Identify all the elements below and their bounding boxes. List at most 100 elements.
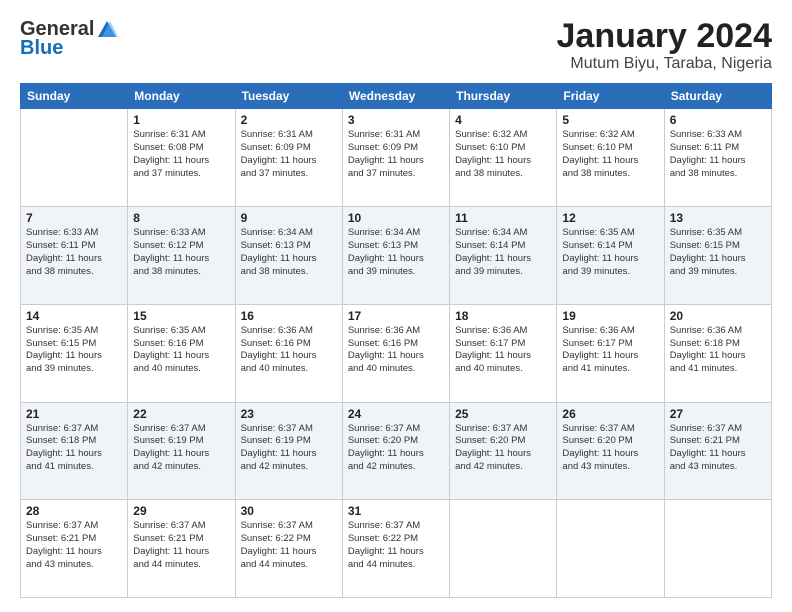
day-info: Sunrise: 6:31 AM Sunset: 6:09 PM Dayligh… <box>241 129 337 180</box>
calendar-cell: 10 Sunrise: 6:34 AM Sunset: 6:13 PM Dayli… <box>342 207 449 305</box>
calendar-cell: 26 Sunrise: 6:37 AM Sunset: 6:20 PM Dayli… <box>557 402 664 500</box>
day-info: Sunrise: 6:32 AM Sunset: 6:10 PM Dayligh… <box>455 129 551 180</box>
day-info: Sunrise: 6:31 AM Sunset: 6:09 PM Dayligh… <box>348 129 444 180</box>
day-info: Sunrise: 6:33 AM Sunset: 6:11 PM Dayligh… <box>670 129 766 180</box>
day-number: 29 <box>133 504 229 518</box>
calendar-cell <box>450 500 557 598</box>
title-block: January 2024 Mutum Biyu, Taraba, Nigeria <box>557 18 773 73</box>
calendar-header-row: SundayMondayTuesdayWednesdayThursdayFrid… <box>21 84 772 109</box>
day-info: Sunrise: 6:35 AM Sunset: 6:15 PM Dayligh… <box>670 227 766 278</box>
calendar-cell: 2 Sunrise: 6:31 AM Sunset: 6:09 PM Daylig… <box>235 109 342 207</box>
day-header-friday: Friday <box>557 84 664 109</box>
day-number: 23 <box>241 407 337 421</box>
day-info: Sunrise: 6:37 AM Sunset: 6:20 PM Dayligh… <box>455 423 551 474</box>
calendar-cell: 11 Sunrise: 6:34 AM Sunset: 6:14 PM Dayli… <box>450 207 557 305</box>
day-header-tuesday: Tuesday <box>235 84 342 109</box>
calendar-table: SundayMondayTuesdayWednesdayThursdayFrid… <box>20 83 772 598</box>
day-number: 2 <box>241 113 337 127</box>
day-number: 15 <box>133 309 229 323</box>
calendar-cell: 31Sunrise: 6:37 AM Sunset: 6:22 PM Dayli… <box>342 500 449 598</box>
day-info: Sunrise: 6:31 AM Sunset: 6:08 PM Dayligh… <box>133 129 229 180</box>
day-number: 27 <box>670 407 766 421</box>
page: General Blue January 2024 Mutum Biyu, Ta… <box>0 0 792 612</box>
day-number: 19 <box>562 309 658 323</box>
day-info: Sunrise: 6:36 AM Sunset: 6:18 PM Dayligh… <box>670 325 766 376</box>
day-number: 26 <box>562 407 658 421</box>
day-info: Sunrise: 6:37 AM Sunset: 6:19 PM Dayligh… <box>241 423 337 474</box>
day-info: Sunrise: 6:37 AM Sunset: 6:20 PM Dayligh… <box>348 423 444 474</box>
day-number: 4 <box>455 113 551 127</box>
calendar-cell: 6Sunrise: 6:33 AM Sunset: 6:11 PM Daylig… <box>664 109 771 207</box>
day-info: Sunrise: 6:36 AM Sunset: 6:16 PM Dayligh… <box>348 325 444 376</box>
calendar-cell: 3 Sunrise: 6:31 AM Sunset: 6:09 PM Daylig… <box>342 109 449 207</box>
day-number: 9 <box>241 211 337 225</box>
day-info: Sunrise: 6:36 AM Sunset: 6:17 PM Dayligh… <box>455 325 551 376</box>
day-number: 25 <box>455 407 551 421</box>
day-number: 5 <box>562 113 658 127</box>
calendar-cell: 17Sunrise: 6:36 AM Sunset: 6:16 PM Dayli… <box>342 304 449 402</box>
day-info: Sunrise: 6:37 AM Sunset: 6:21 PM Dayligh… <box>26 520 122 571</box>
calendar-cell: 15 Sunrise: 6:35 AM Sunset: 6:16 PM Dayli… <box>128 304 235 402</box>
logo-icon <box>96 19 118 41</box>
calendar-cell: 19 Sunrise: 6:36 AM Sunset: 6:17 PM Dayli… <box>557 304 664 402</box>
day-number: 12 <box>562 211 658 225</box>
header: General Blue January 2024 Mutum Biyu, Ta… <box>20 18 772 73</box>
day-info: Sunrise: 6:37 AM Sunset: 6:18 PM Dayligh… <box>26 423 122 474</box>
day-number: 13 <box>670 211 766 225</box>
day-number: 3 <box>348 113 444 127</box>
day-info: Sunrise: 6:34 AM Sunset: 6:13 PM Dayligh… <box>241 227 337 278</box>
day-info: Sunrise: 6:37 AM Sunset: 6:19 PM Dayligh… <box>133 423 229 474</box>
page-title: January 2024 <box>557 18 773 55</box>
day-header-sunday: Sunday <box>21 84 128 109</box>
calendar-cell: 29Sunrise: 6:37 AM Sunset: 6:21 PM Dayli… <box>128 500 235 598</box>
logo: General Blue <box>20 18 118 60</box>
day-number: 21 <box>26 407 122 421</box>
day-info: Sunrise: 6:37 AM Sunset: 6:21 PM Dayligh… <box>670 423 766 474</box>
calendar-cell <box>557 500 664 598</box>
day-info: Sunrise: 6:35 AM Sunset: 6:14 PM Dayligh… <box>562 227 658 278</box>
calendar-week-row: 14Sunrise: 6:35 AM Sunset: 6:15 PM Dayli… <box>21 304 772 402</box>
day-info: Sunrise: 6:37 AM Sunset: 6:22 PM Dayligh… <box>241 520 337 571</box>
calendar-week-row: 28 Sunrise: 6:37 AM Sunset: 6:21 PM Dayli… <box>21 500 772 598</box>
day-header-wednesday: Wednesday <box>342 84 449 109</box>
calendar-cell: 23 Sunrise: 6:37 AM Sunset: 6:19 PM Dayli… <box>235 402 342 500</box>
calendar-cell: 22 Sunrise: 6:37 AM Sunset: 6:19 PM Dayli… <box>128 402 235 500</box>
day-info: Sunrise: 6:33 AM Sunset: 6:11 PM Dayligh… <box>26 227 122 278</box>
day-header-monday: Monday <box>128 84 235 109</box>
day-number: 18 <box>455 309 551 323</box>
calendar-week-row: 21 Sunrise: 6:37 AM Sunset: 6:18 PM Dayli… <box>21 402 772 500</box>
day-info: Sunrise: 6:34 AM Sunset: 6:13 PM Dayligh… <box>348 227 444 278</box>
calendar-cell: 20 Sunrise: 6:36 AM Sunset: 6:18 PM Dayli… <box>664 304 771 402</box>
calendar-cell: 7 Sunrise: 6:33 AM Sunset: 6:11 PM Daylig… <box>21 207 128 305</box>
calendar-cell <box>21 109 128 207</box>
calendar-cell: 28 Sunrise: 6:37 AM Sunset: 6:21 PM Dayli… <box>21 500 128 598</box>
day-number: 10 <box>348 211 444 225</box>
calendar-cell: 14Sunrise: 6:35 AM Sunset: 6:15 PM Dayli… <box>21 304 128 402</box>
calendar-cell: 1 Sunrise: 6:31 AM Sunset: 6:08 PM Daylig… <box>128 109 235 207</box>
calendar-cell: 27 Sunrise: 6:37 AM Sunset: 6:21 PM Dayli… <box>664 402 771 500</box>
calendar-week-row: 1 Sunrise: 6:31 AM Sunset: 6:08 PM Daylig… <box>21 109 772 207</box>
day-number: 16 <box>241 309 337 323</box>
day-info: Sunrise: 6:36 AM Sunset: 6:17 PM Dayligh… <box>562 325 658 376</box>
day-info: Sunrise: 6:34 AM Sunset: 6:14 PM Dayligh… <box>455 227 551 278</box>
calendar-week-row: 7 Sunrise: 6:33 AM Sunset: 6:11 PM Daylig… <box>21 207 772 305</box>
day-number: 11 <box>455 211 551 225</box>
calendar-cell <box>664 500 771 598</box>
day-number: 1 <box>133 113 229 127</box>
day-info: Sunrise: 6:32 AM Sunset: 6:10 PM Dayligh… <box>562 129 658 180</box>
calendar-cell: 16 Sunrise: 6:36 AM Sunset: 6:16 PM Dayli… <box>235 304 342 402</box>
calendar-body: 1 Sunrise: 6:31 AM Sunset: 6:08 PM Daylig… <box>21 109 772 598</box>
day-info: Sunrise: 6:36 AM Sunset: 6:16 PM Dayligh… <box>241 325 337 376</box>
day-number: 22 <box>133 407 229 421</box>
day-number: 7 <box>26 211 122 225</box>
calendar-cell: 5 Sunrise: 6:32 AM Sunset: 6:10 PM Daylig… <box>557 109 664 207</box>
day-number: 31 <box>348 504 444 518</box>
day-number: 28 <box>26 504 122 518</box>
calendar-cell: 4 Sunrise: 6:32 AM Sunset: 6:10 PM Daylig… <box>450 109 557 207</box>
page-subtitle: Mutum Biyu, Taraba, Nigeria <box>557 55 773 73</box>
day-number: 20 <box>670 309 766 323</box>
calendar-cell: 25 Sunrise: 6:37 AM Sunset: 6:20 PM Dayli… <box>450 402 557 500</box>
day-info: Sunrise: 6:35 AM Sunset: 6:16 PM Dayligh… <box>133 325 229 376</box>
day-info: Sunrise: 6:37 AM Sunset: 6:20 PM Dayligh… <box>562 423 658 474</box>
calendar-cell: 18 Sunrise: 6:36 AM Sunset: 6:17 PM Dayli… <box>450 304 557 402</box>
